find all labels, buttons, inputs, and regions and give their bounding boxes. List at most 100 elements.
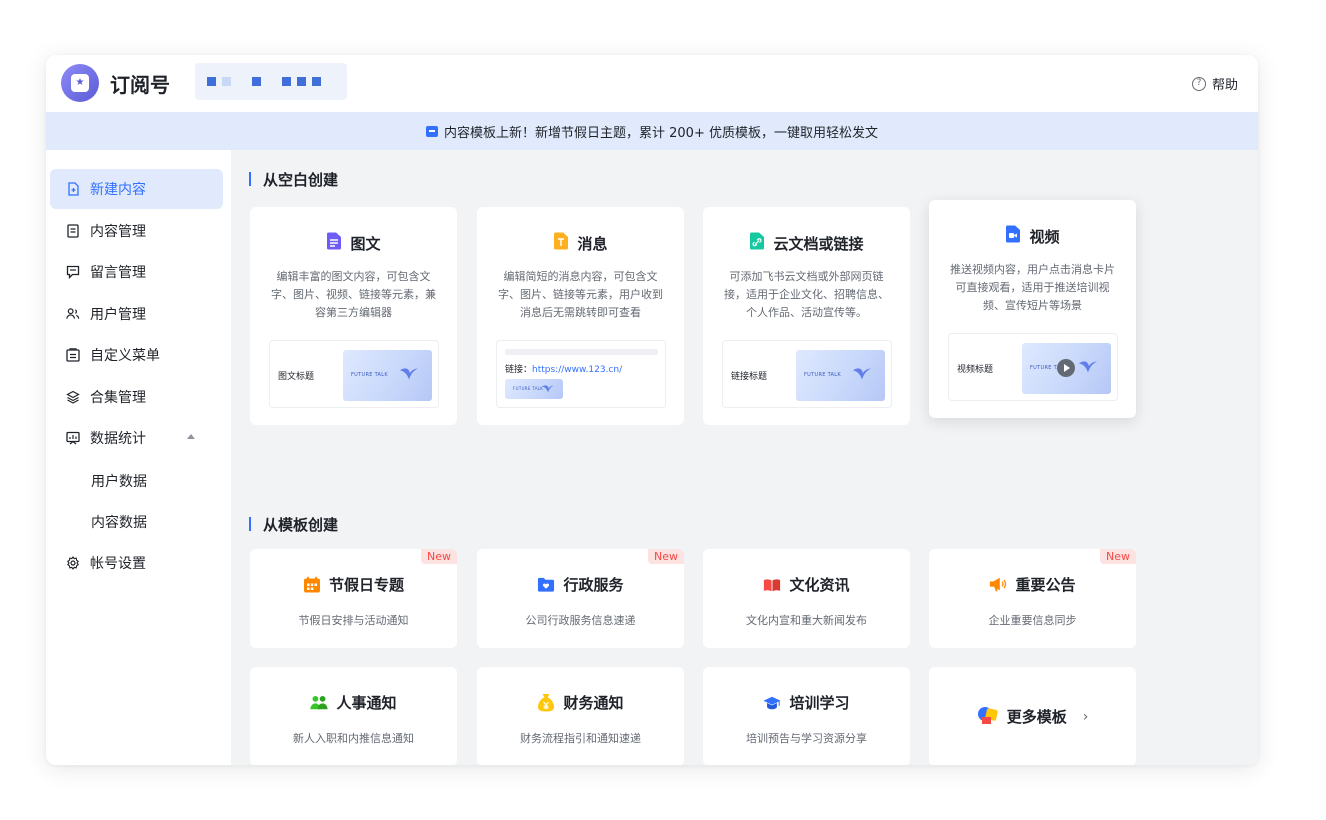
app-window: ★ 订阅号 ? 帮助 内容模板上新！新增节假日主题，累计 200+ 优质模板，一…: [46, 55, 1258, 765]
create-card-message[interactable]: 消息 编辑简短的消息内容，可包含文字、图片、链接等元素，用户收到消息后无需跳转即…: [477, 207, 684, 425]
card-header: 节假日专题: [250, 574, 457, 595]
message-preview: 链接：https://www.123.cn/ FUTURE TALK: [496, 340, 666, 408]
sidebar-subitem-content-data[interactable]: 内容数据: [91, 512, 147, 532]
card-title: 培训学习: [789, 694, 850, 712]
sidebar-item-collection-management[interactable]: 合集管理: [50, 377, 223, 417]
card-title: 节假日专题: [328, 576, 404, 594]
thumb-text: FUTURE TALK: [351, 372, 388, 378]
sidebar-item-label: 留言管理: [90, 265, 146, 281]
sidebar-item-comment-management[interactable]: 留言管理: [50, 252, 223, 292]
section-title-template: 从模板创建: [249, 514, 338, 535]
sidebar-item-label: 自定义菜单: [90, 348, 160, 364]
new-badge: New: [648, 549, 684, 564]
card-title: 财务通知: [563, 694, 624, 712]
bird-logo-icon: [852, 368, 872, 380]
comment-icon: [66, 265, 80, 279]
card-description: 可添加飞书云文档或外部网页链接，适用于企业文化、招聘信息、个人作品、活动宣传等。: [724, 270, 889, 319]
card-header: 财务通知: [477, 692, 684, 713]
card-description: 编辑简短的消息内容，可包含文字、图片、链接等元素，用户收到消息后无需跳转即可查看: [498, 270, 663, 319]
main-content: 从空白创建 图文 编辑丰富的图文内容，可包含文字、图片、视频、链接等元素，兼容第…: [231, 150, 1258, 765]
users-icon: [66, 307, 80, 321]
doc-link-preview: 链接标题 FUTURE TALK: [722, 340, 892, 408]
sidebar-item-new-content[interactable]: 新建内容: [50, 169, 223, 209]
new-badge: New: [421, 549, 457, 564]
link-thumbnail: FUTURE TALK: [505, 379, 563, 399]
template-card-holiday[interactable]: New 节假日专题 节假日安排与活动通知: [250, 549, 457, 648]
new-badge: New: [1100, 549, 1136, 564]
preview-title: 视频标题: [957, 365, 994, 375]
card-header: 消息: [477, 232, 684, 254]
gear-icon: [66, 556, 80, 570]
account-name-redacted[interactable]: [195, 63, 347, 100]
create-card-doc-link[interactable]: 云文档或链接 可添加飞书云文档或外部网页链接，适用于企业文化、招聘信息、个人作品…: [703, 207, 910, 425]
cover-thumbnail: FUTURE TALK: [796, 350, 885, 401]
bird-logo-icon: [542, 385, 554, 393]
card-description: 节假日安排与活动通知: [298, 614, 409, 627]
announcement-banner[interactable]: 内容模板上新！新增节假日主题，累计 200+ 优质模板，一键取用轻松发文: [46, 112, 1258, 150]
card-header: 重要公告: [929, 574, 1136, 595]
template-card-announcement[interactable]: New 重要公告 企业重要信息同步: [929, 549, 1136, 648]
sidebar-item-label: 新建内容: [90, 182, 146, 198]
chevron-right-icon: ›: [1082, 708, 1089, 725]
app-title: 订阅号: [110, 73, 170, 97]
create-card-article[interactable]: 图文 编辑丰富的图文内容，可包含文字、图片、视频、链接等元素，兼容第三方编辑器 …: [250, 207, 457, 425]
template-card-culture[interactable]: 文化资讯 文化内宣和重大新闻发布: [703, 549, 910, 648]
card-header: 行政服务: [477, 574, 684, 595]
money-bag-icon: [537, 694, 555, 712]
briefcase-icon: [426, 125, 438, 137]
section-title-blank: 从空白创建: [249, 169, 338, 190]
template-card-training[interactable]: 培训学习 培训预告与学习资源分享: [703, 667, 910, 765]
help-label: 帮助: [1211, 78, 1238, 93]
sidebar: 新建内容 内容管理 留言管理 用户管理 自定义菜单 合集管理 数据统计 用户数据…: [46, 150, 231, 765]
preview-title: 链接标题: [731, 372, 768, 382]
card-header: 人事通知: [250, 692, 457, 713]
preview-title: 图文标题: [278, 372, 315, 382]
document-icon: [66, 224, 80, 238]
more-templates-content: 更多模板 ›: [929, 667, 1136, 765]
sidebar-item-custom-menu[interactable]: 自定义菜单: [50, 335, 223, 375]
card-title: 视频: [1029, 227, 1060, 246]
caret-up-icon[interactable]: [187, 434, 195, 439]
top-header: ★ 订阅号 ? 帮助: [46, 55, 1258, 112]
calendar-icon: [303, 576, 321, 594]
help-button[interactable]: ? 帮助: [1191, 74, 1238, 93]
new-doc-icon: [66, 182, 80, 196]
link-url: https://www.123.cn/: [532, 365, 623, 375]
card-header: 云文档或链接: [703, 232, 910, 254]
sidebar-subitem-user-data[interactable]: 用户数据: [91, 471, 147, 491]
play-icon[interactable]: [1057, 359, 1075, 377]
star-icon: ★: [71, 74, 89, 92]
template-card-hr[interactable]: 人事通知 新人入职和内推信息通知: [250, 667, 457, 765]
sidebar-item-label: 数据统计: [90, 431, 146, 447]
menu-icon: [66, 348, 80, 362]
template-card-admin[interactable]: New 行政服务 公司行政服务信息速递: [477, 549, 684, 648]
layers-icon: [66, 390, 80, 404]
link-doc-icon: [749, 232, 765, 254]
sidebar-item-user-management[interactable]: 用户管理: [50, 294, 223, 334]
card-description: 企业重要信息同步: [988, 614, 1077, 627]
sidebar-item-data-statistics[interactable]: 数据统计: [50, 418, 223, 458]
card-title: 文化资讯: [789, 576, 850, 594]
card-description: 文化内宣和重大新闻发布: [746, 614, 867, 627]
sidebar-item-account-settings[interactable]: 帐号设置: [50, 543, 223, 583]
card-description: 新人入职和内推信息通知: [293, 732, 414, 745]
thumb-text: FUTURE TA: [1030, 365, 1061, 371]
bird-logo-icon: [399, 368, 419, 380]
card-header: 图文: [250, 232, 457, 254]
sidebar-item-label: 合集管理: [90, 390, 146, 406]
template-stack-icon: [977, 705, 999, 729]
card-title: 云文档或链接: [773, 234, 864, 253]
card-header: 培训学习: [703, 692, 910, 713]
bird-logo-icon: [1078, 361, 1098, 373]
link-prefix: 链接：: [505, 365, 533, 375]
sidebar-item-content-management[interactable]: 内容管理: [50, 211, 223, 251]
create-card-video[interactable]: 视频 推送视频内容，用户点击消息卡片可直接观看，适用于推送培训视频、宣传短片等场…: [929, 200, 1136, 418]
template-card-finance[interactable]: 财务通知 财务流程指引和通知速递: [477, 667, 684, 765]
article-preview: 图文标题 FUTURE TALK: [269, 340, 439, 408]
video-thumbnail: FUTURE TA: [1022, 343, 1111, 394]
message-icon: [553, 232, 569, 254]
card-description: 公司行政服务信息速递: [525, 614, 636, 627]
more-templates-button[interactable]: 更多模板 ›: [929, 667, 1136, 765]
cover-thumbnail: FUTURE TALK: [343, 350, 432, 401]
banner-text: 内容模板上新！新增节假日主题，累计 200+ 优质模板，一键取用轻松发文: [444, 125, 878, 141]
